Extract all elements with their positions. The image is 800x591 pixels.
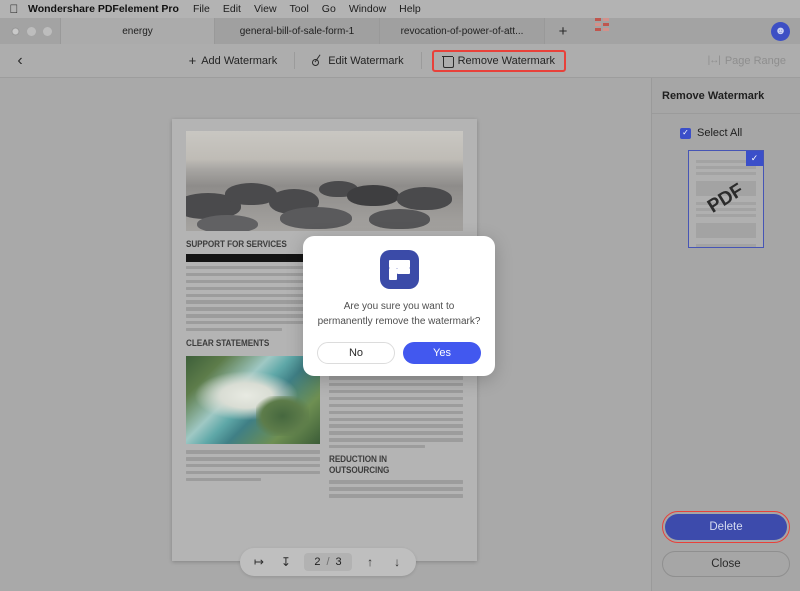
page-range-icon: |↔| bbox=[707, 55, 721, 66]
dialog-yes-button[interactable]: Yes bbox=[403, 342, 481, 364]
go-to-first-page-icon[interactable]: ↦ bbox=[245, 550, 272, 574]
edit-watermark-label: Edit Watermark bbox=[328, 54, 404, 67]
page-range-button[interactable]: |↔| Page Range bbox=[708, 55, 800, 67]
select-all-checkbox[interactable]: ✓ bbox=[680, 127, 691, 139]
trash-icon bbox=[442, 55, 455, 68]
dialog-no-button[interactable]: No bbox=[317, 342, 395, 364]
document-lagoon-image bbox=[186, 356, 320, 445]
tab-energy[interactable]: energy bbox=[60, 18, 215, 44]
back-button[interactable]: ‹ bbox=[0, 52, 40, 70]
tab-list: energy general-bill-of-sale-form-1 revoc… bbox=[60, 18, 771, 44]
panel-title: Remove Watermark bbox=[652, 78, 800, 114]
tab-general-bill-of-sale-form-1[interactable]: general-bill-of-sale-form-1 bbox=[215, 18, 380, 44]
tabbar-spacer bbox=[609, 18, 771, 44]
menu-item-window[interactable]: Window bbox=[349, 3, 386, 15]
document-column-left: CLEAR STATEMENTS bbox=[186, 266, 320, 501]
total-pages-value: 3 bbox=[335, 556, 342, 568]
delete-button-highlight: Delete bbox=[662, 511, 790, 543]
current-page-value[interactable]: 2 bbox=[314, 556, 320, 568]
panel-body: ✓ Select All PDF ✓ bbox=[652, 114, 800, 511]
thumbnail-check-icon[interactable]: ✓ bbox=[746, 151, 763, 166]
maximize-window-button[interactable] bbox=[43, 26, 52, 36]
thumbnail-list: PDF ✓ bbox=[652, 150, 800, 248]
toolbar-divider bbox=[294, 52, 296, 69]
confirm-remove-watermark-dialog: Are you sure you want to permanently rem… bbox=[303, 236, 495, 376]
dialog-buttons: No Yes bbox=[303, 342, 495, 364]
document-heading-3: REDUCTION IN OUTSOURCING bbox=[329, 454, 390, 477]
toolbar-divider bbox=[420, 52, 422, 69]
page-indicator[interactable]: 2 / 3 bbox=[304, 553, 352, 571]
toolbar-actions: + Add Watermark Edit Watermark Remove Wa… bbox=[40, 49, 708, 72]
menu-item-go[interactable]: Go bbox=[322, 3, 336, 15]
edit-watermark-button[interactable]: Edit Watermark bbox=[301, 50, 414, 72]
delete-button[interactable]: Delete bbox=[665, 514, 787, 540]
panel-footer: Delete Close bbox=[652, 511, 800, 591]
menu-item-view[interactable]: View bbox=[254, 3, 277, 15]
window-controls bbox=[0, 26, 60, 36]
add-watermark-button[interactable]: + Add Watermark bbox=[178, 49, 289, 72]
page-navigation-bar[interactable]: ↦ ↧ 2 / 3 ↑ ↓ bbox=[240, 548, 416, 576]
dialog-message: Are you sure you want to permanently rem… bbox=[317, 301, 481, 327]
tab-bar: energy general-bill-of-sale-form-1 revoc… bbox=[0, 18, 800, 44]
close-window-button[interactable] bbox=[11, 26, 20, 36]
new-tab-button[interactable]: + bbox=[545, 18, 581, 44]
next-page-icon[interactable]: ↓ bbox=[384, 550, 411, 574]
page-range-label: Page Range bbox=[724, 54, 786, 67]
plus-icon: + bbox=[188, 53, 197, 68]
pencil-icon bbox=[312, 55, 323, 66]
document-hero-image bbox=[186, 131, 463, 231]
pdfelement-logo-icon bbox=[379, 250, 419, 289]
close-button[interactable]: Close bbox=[662, 551, 790, 577]
remove-watermark-label: Remove Watermark bbox=[457, 54, 555, 67]
grid-apps-icon[interactable] bbox=[595, 18, 609, 31]
watermark-toolbar: ‹ + Add Watermark Edit Watermark Remove … bbox=[0, 44, 800, 78]
document-heading-2: CLEAR STATEMENTS bbox=[186, 338, 270, 350]
menu-item-edit[interactable]: Edit bbox=[223, 3, 241, 15]
user-avatar-icon[interactable]: ☻ bbox=[771, 21, 790, 41]
remove-watermark-panel: Remove Watermark ✓ Select All PDF ✓ Dele… bbox=[651, 78, 800, 591]
menu-item-tool[interactable]: Tool bbox=[290, 3, 309, 15]
add-watermark-label: Add Watermark bbox=[201, 54, 278, 67]
remove-watermark-button[interactable]: Remove Watermark bbox=[431, 49, 566, 72]
minimize-window-button[interactable] bbox=[27, 26, 36, 36]
app-window:  Wondershare PDFelement Pro File Edit V… bbox=[0, 0, 800, 591]
page-thumbnail[interactable]: PDF ✓ bbox=[688, 150, 764, 248]
tab-revocation-of-power-of-attorney[interactable]: revocation-of-power-of-att... bbox=[380, 18, 545, 44]
go-to-bottom-icon[interactable]: ↧ bbox=[272, 550, 299, 574]
apple-logo-icon[interactable]:  bbox=[8, 2, 20, 16]
macos-menubar:  Wondershare PDFelement Pro File Edit V… bbox=[0, 0, 800, 18]
page-separator: / bbox=[326, 556, 330, 568]
menu-app-name[interactable]: Wondershare PDFelement Pro bbox=[28, 3, 179, 15]
previous-page-icon[interactable]: ↑ bbox=[357, 550, 384, 574]
select-all-label: Select All bbox=[697, 127, 743, 139]
menu-item-help[interactable]: Help bbox=[399, 3, 421, 15]
menu-item-file[interactable]: File bbox=[193, 3, 210, 15]
select-all-row[interactable]: ✓ Select All bbox=[652, 127, 800, 139]
